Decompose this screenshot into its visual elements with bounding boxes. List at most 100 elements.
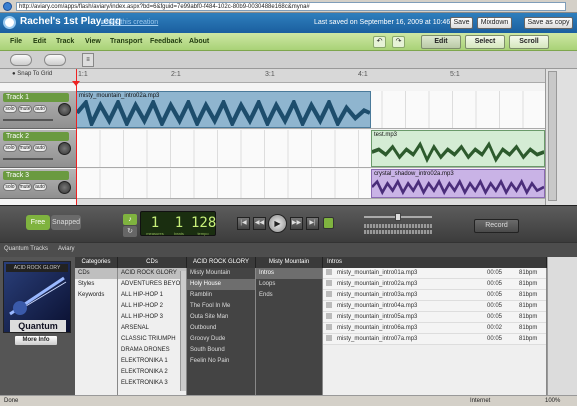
select-mode-button[interactable]: Select	[465, 35, 505, 49]
solo-button[interactable]: solo	[3, 144, 17, 152]
track-1-lane[interactable]: misty_mountain_intro02a.mp3	[76, 91, 545, 129]
share-link[interactable]: share this creation	[101, 19, 158, 26]
list-item[interactable]: Holy House	[187, 279, 255, 290]
track-3-name[interactable]: Track 3	[3, 171, 69, 180]
menu-edit[interactable]: Edit	[33, 38, 46, 45]
file-row[interactable]: misty_mountain_intro04a.mp3 00:05 81bpm	[323, 301, 546, 312]
file-row[interactable]: misty_mountain_intro07a.mp3 00:05 81bpm	[323, 334, 546, 345]
list-item[interactable]: The Fool In Me	[187, 301, 255, 312]
tab-quantum-tracks[interactable]: Quantum Tracks	[4, 246, 48, 252]
zoom-out-button[interactable]	[10, 54, 32, 66]
loop-toggle-icon[interactable]	[323, 217, 334, 229]
volume-slider[interactable]	[3, 158, 53, 160]
list-item[interactable]: Misty Mountain	[187, 268, 255, 279]
list-item[interactable]: Outbound	[187, 323, 255, 334]
playhead-marker-icon[interactable]	[72, 81, 80, 86]
free-toggle[interactable]: Free	[26, 215, 50, 230]
track-2-lane[interactable]: test.mp3	[76, 130, 545, 168]
tempo-value[interactable]: 128	[191, 214, 216, 232]
play-icon[interactable]: ▶	[268, 214, 287, 233]
file-row[interactable]: misty_mountain_intro02a.mp3 00:05 81bpm	[323, 279, 546, 290]
save-button[interactable]: Save	[450, 17, 473, 29]
url-field[interactable]: http://aviary.com/apps/flash/aviary/inde…	[16, 2, 566, 11]
mixdown-button[interactable]: Mixdown	[477, 17, 512, 29]
solo-button[interactable]: solo	[3, 105, 17, 113]
file-row[interactable]: misty_mountain_intro05a.mp3 00:05 81bpm	[323, 312, 546, 323]
list-item[interactable]: ALL HIP-HOP 1	[118, 290, 186, 301]
list-item[interactable]: Intros	[256, 268, 322, 279]
rewind-icon[interactable]: ◀◀	[253, 217, 266, 230]
list-item[interactable]: South Bound	[187, 345, 255, 356]
track-3-lane[interactable]: crystal_shadow_intro02a.mp3	[76, 169, 545, 199]
list-item[interactable]: DRAMA DRONES	[118, 345, 186, 356]
rewind-to-start-icon[interactable]: |◀	[237, 217, 250, 230]
snapped-toggle[interactable]: Snapped	[51, 215, 81, 230]
menu-track[interactable]: Track	[56, 38, 74, 45]
pan-knob[interactable]	[58, 103, 71, 116]
list-item[interactable]: ALL HIP-HOP 2	[118, 301, 186, 312]
volume-slider-thumb[interactable]	[395, 213, 401, 221]
cds-scrollbar[interactable]	[180, 271, 186, 391]
list-item[interactable]: ELEKTRONIKA 1	[118, 356, 186, 367]
list-item[interactable]: Feelin No Pain	[187, 356, 255, 367]
list-item[interactable]: ELEKTRONIKA 2	[118, 367, 186, 378]
list-item[interactable]: Ends	[256, 290, 322, 301]
redo-icon[interactable]: ↷	[392, 36, 405, 48]
list-item[interactable]: CDs	[75, 268, 117, 279]
menu-file[interactable]: File	[10, 38, 22, 45]
menu-feedback[interactable]: Feedback	[150, 38, 182, 45]
library-scrollbar[interactable]	[547, 257, 577, 395]
menu-transport[interactable]: Transport	[110, 38, 142, 45]
fast-forward-icon[interactable]: ▶▶	[290, 217, 303, 230]
list-item[interactable]: ARSENAL	[118, 323, 186, 334]
pan-knob[interactable]	[58, 142, 71, 155]
mute-button[interactable]: mute	[18, 144, 32, 152]
list-item[interactable]: CLASSIC TRIUMPH	[118, 334, 186, 345]
more-info-button[interactable]: More Info	[14, 335, 58, 346]
audio-clip[interactable]: crystal_shadow_intro02a.mp3	[371, 169, 545, 198]
track-2-name[interactable]: Track 2	[3, 132, 69, 141]
mute-button[interactable]: mute	[18, 183, 32, 191]
zoom-level[interactable]: 100%	[545, 396, 560, 406]
loop-marker-icon[interactable]: ≡	[82, 53, 94, 67]
save-as-copy-button[interactable]: Save as copy	[524, 17, 573, 29]
list-item[interactable]: ALL HIP-HOP 3	[118, 312, 186, 323]
tab-aviary[interactable]: Aviary	[58, 246, 75, 252]
list-item[interactable]: Loops	[256, 279, 322, 290]
list-item[interactable]: Styles	[75, 279, 117, 290]
audio-clip[interactable]: misty_mountain_intro02a.mp3	[76, 91, 371, 128]
list-item[interactable]: Outa Site Man	[187, 312, 255, 323]
menu-about[interactable]: About	[189, 38, 209, 45]
mute-button[interactable]: mute	[18, 105, 32, 113]
track-1-name[interactable]: Track 1	[3, 93, 69, 102]
pan-knob[interactable]	[58, 181, 71, 194]
menu-view[interactable]: View	[85, 38, 101, 45]
metronome-icon[interactable]: ♪	[123, 214, 137, 225]
undo-icon[interactable]: ↶	[373, 36, 386, 48]
loop-icon[interactable]: ↻	[123, 226, 137, 237]
scroll-mode-button[interactable]: Scroll	[509, 35, 549, 49]
auto-button[interactable]: auto	[33, 183, 47, 191]
audio-clip[interactable]: test.mp3	[371, 130, 545, 167]
auto-button[interactable]: auto	[33, 105, 47, 113]
solo-button[interactable]: solo	[3, 183, 17, 191]
file-row[interactable]: misty_mountain_intro03a.mp3 00:05 81bpm	[323, 290, 546, 301]
list-item[interactable]: Groovy Dude	[187, 334, 255, 345]
scrollbar-thumb[interactable]	[548, 71, 557, 201]
zoom-in-button[interactable]	[44, 54, 66, 66]
file-row[interactable]: misty_mountain_intro01a.mp3 00:05 81bpm	[323, 268, 546, 279]
timeline-ruler[interactable]: ● Snap To Grid 1:1 2:1 3:1 4:1 5:1	[0, 69, 545, 83]
list-item[interactable]: Keywords	[75, 290, 117, 301]
list-item[interactable]: Ramblin	[187, 290, 255, 301]
list-item[interactable]: ADVENTURES BEYON	[118, 279, 186, 290]
edit-mode-button[interactable]: Edit	[421, 35, 461, 49]
vertical-scrollbar[interactable]	[545, 69, 577, 205]
list-item[interactable]: ELEKTRONIKA 3	[118, 378, 186, 389]
auto-button[interactable]: auto	[33, 144, 47, 152]
file-row[interactable]: misty_mountain_intro06a.mp3 00:02 81bpm	[323, 323, 546, 334]
skip-to-end-icon[interactable]: ▶|	[306, 217, 319, 230]
playhead[interactable]	[76, 69, 77, 205]
record-button[interactable]: Record	[474, 219, 519, 233]
list-item[interactable]: ACID ROCK GLORY	[118, 268, 186, 279]
volume-slider[interactable]	[3, 119, 53, 121]
